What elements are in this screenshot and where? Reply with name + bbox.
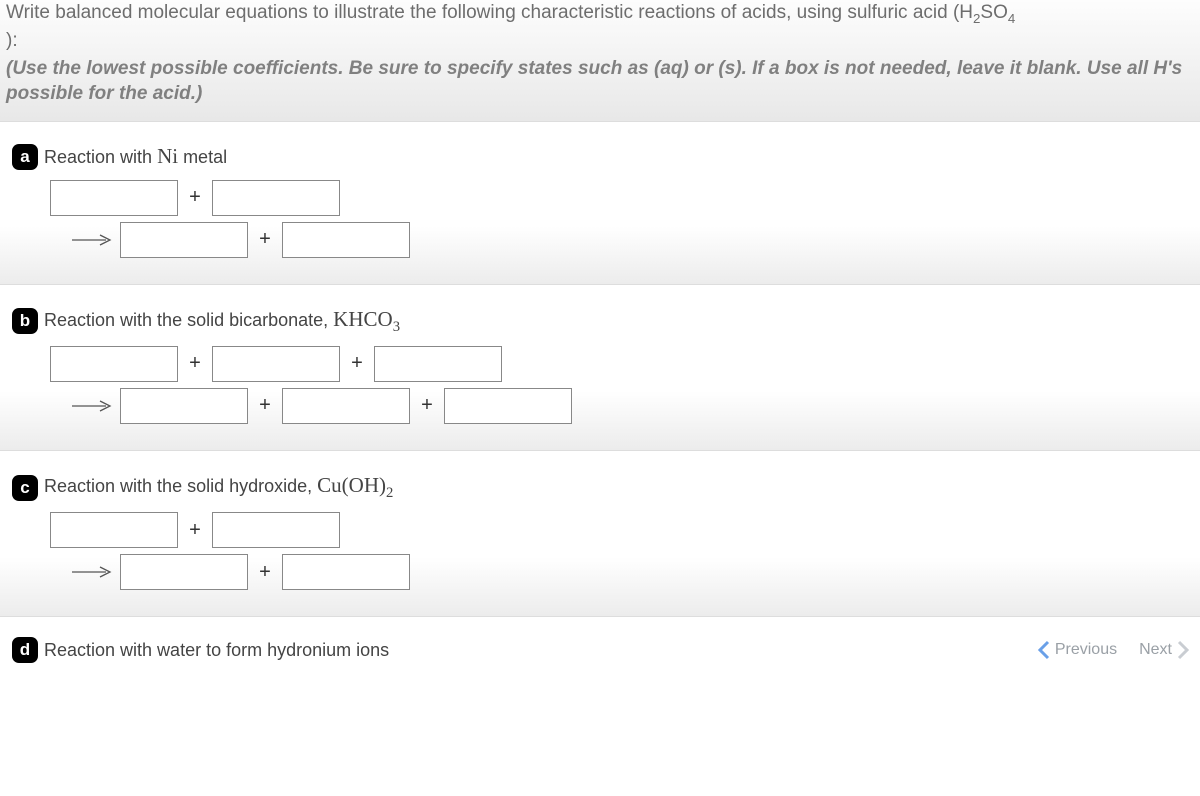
- previous-label: Previous: [1055, 641, 1117, 659]
- part-c-title-prefix: Reaction with the solid hydroxide,: [44, 476, 317, 496]
- part-c-formula-sub: 2: [386, 485, 393, 501]
- part-b-header: b Reaction with the solid bicarbonate, K…: [12, 307, 1192, 336]
- part-b-formula-sub: 3: [393, 319, 400, 335]
- part-c-title: Reaction with the solid hydroxide, Cu(OH…: [44, 473, 393, 502]
- reaction-arrow-icon: [70, 399, 114, 413]
- part-c-header: c Reaction with the solid hydroxide, Cu(…: [12, 473, 1192, 502]
- footer-row: d Reaction with water to form hydronium …: [0, 625, 1200, 665]
- instruction-text: (Use the lowest possible coefficients. B…: [6, 57, 1194, 106]
- part-b-products-row: + +: [70, 388, 1192, 424]
- chevron-left-icon: [1037, 640, 1051, 660]
- chevron-right-icon: [1176, 640, 1190, 660]
- part-a-formula: Ni: [157, 144, 178, 168]
- part-b-product-3[interactable]: [444, 388, 572, 424]
- part-b: b Reaction with the solid bicarbonate, K…: [0, 303, 1200, 451]
- part-b-formula-text: KHCO: [333, 307, 393, 331]
- next-label: Next: [1139, 641, 1172, 659]
- reaction-arrow-icon: [70, 233, 114, 247]
- question-prompt: Write balanced molecular equations to il…: [6, 0, 1194, 53]
- part-a-reactants-row: +: [50, 180, 1192, 216]
- part-b-reactants-row: + +: [50, 346, 1192, 382]
- plus-sign: +: [248, 228, 282, 251]
- part-c-product-1[interactable]: [120, 554, 248, 590]
- question-header: Write balanced molecular equations to il…: [0, 0, 1200, 122]
- plus-sign: +: [410, 394, 444, 417]
- part-c-products-row: +: [70, 554, 1192, 590]
- part-c-reactants-row: +: [50, 512, 1192, 548]
- part-c-product-2[interactable]: [282, 554, 410, 590]
- part-a-product-2[interactable]: [282, 222, 410, 258]
- prompt-sub-2: 4: [1008, 11, 1015, 26]
- part-a-badge: a: [12, 144, 38, 170]
- plus-sign: +: [248, 394, 282, 417]
- prompt-text-mid: SO: [980, 2, 1007, 23]
- part-a-title-suffix: metal: [178, 147, 227, 167]
- plus-sign: +: [178, 352, 212, 375]
- part-c: c Reaction with the solid hydroxide, Cu(…: [0, 469, 1200, 617]
- part-b-product-2[interactable]: [282, 388, 410, 424]
- part-c-formula: Cu(OH)2: [317, 473, 393, 497]
- reaction-arrow-icon: [70, 565, 114, 579]
- part-b-badge: b: [12, 308, 38, 334]
- part-c-reactant-2[interactable]: [212, 512, 340, 548]
- part-c-formula-text: Cu(OH): [317, 473, 386, 497]
- plus-sign: +: [340, 352, 374, 375]
- part-b-product-1[interactable]: [120, 388, 248, 424]
- part-a-product-1[interactable]: [120, 222, 248, 258]
- part-b-reactant-3[interactable]: [374, 346, 502, 382]
- nav-group: Previous Next: [1037, 640, 1190, 660]
- part-a-products-row: +: [70, 222, 1192, 258]
- part-c-badge: c: [12, 475, 38, 501]
- part-a-reactant-1[interactable]: [50, 180, 178, 216]
- part-a: a Reaction with Ni metal + +: [0, 140, 1200, 285]
- part-d-title: Reaction with water to form hydronium io…: [44, 640, 389, 661]
- next-button[interactable]: Next: [1139, 640, 1190, 660]
- part-c-reactant-1[interactable]: [50, 512, 178, 548]
- prompt-text-1: Write balanced molecular equations to il…: [6, 2, 973, 23]
- part-a-reactant-2[interactable]: [212, 180, 340, 216]
- part-b-formula: KHCO3: [333, 307, 400, 331]
- part-b-reactant-1[interactable]: [50, 346, 178, 382]
- prompt-text-end: ):: [6, 30, 18, 51]
- part-a-title: Reaction with Ni metal: [44, 144, 227, 169]
- part-b-title-prefix: Reaction with the solid bicarbonate,: [44, 310, 333, 330]
- part-b-reactant-2[interactable]: [212, 346, 340, 382]
- part-d-header: d Reaction with water to form hydronium …: [12, 637, 389, 663]
- part-b-title: Reaction with the solid bicarbonate, KHC…: [44, 307, 400, 336]
- part-a-title-prefix: Reaction with: [44, 147, 157, 167]
- plus-sign: +: [178, 519, 212, 542]
- previous-button[interactable]: Previous: [1037, 640, 1117, 660]
- plus-sign: +: [248, 561, 282, 584]
- plus-sign: +: [178, 186, 212, 209]
- part-a-header: a Reaction with Ni metal: [12, 144, 1192, 170]
- part-d-badge: d: [12, 637, 38, 663]
